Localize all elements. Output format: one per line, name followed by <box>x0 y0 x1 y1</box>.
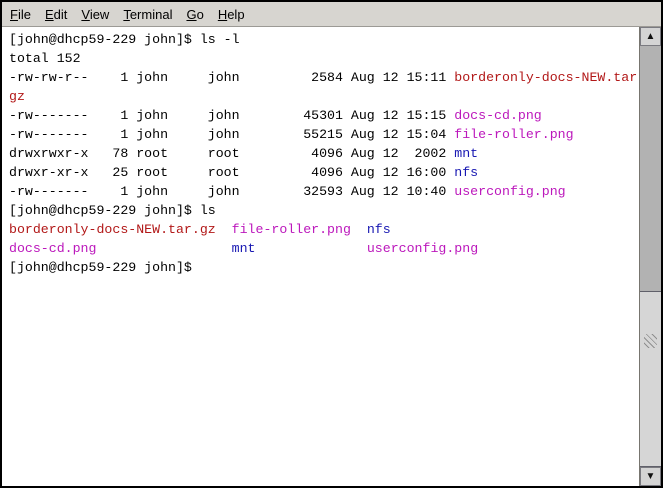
scrollbar-track[interactable] <box>640 46 661 467</box>
terminal-line: borderonly-docs-NEW.tar.gz file-roller.p… <box>9 220 639 239</box>
terminal-line: gz <box>9 87 639 106</box>
scrollbar[interactable]: ▲ ▼ <box>639 27 661 486</box>
terminal-line: -rw------- 1 john john 55215 Aug 12 15:0… <box>9 125 639 144</box>
scrollbar-thumb[interactable] <box>640 291 661 467</box>
terminal-line: [john@dhcp59-229 john]$ <box>9 258 639 277</box>
menu-item-go[interactable]: Go <box>179 2 210 27</box>
menu-item-terminal[interactable]: Terminal <box>116 2 179 27</box>
terminal-line: -rw------- 1 john john 45301 Aug 12 15:1… <box>9 106 639 125</box>
terminal-line: [john@dhcp59-229 john]$ ls <box>9 201 639 220</box>
down-arrow-icon: ▼ <box>646 472 656 482</box>
menu-item-file[interactable]: File <box>3 2 38 27</box>
terminal-line: total 152 <box>9 49 639 68</box>
menu-item-help[interactable]: Help <box>211 2 252 27</box>
terminal-line: -rw-rw-r-- 1 john john 2584 Aug 12 15:11… <box>9 68 639 87</box>
terminal-line: drwxrwxr-x 78 root root 4096 Aug 12 2002… <box>9 144 639 163</box>
scrollbar-grip-icon <box>644 334 657 348</box>
menu-item-view[interactable]: View <box>74 2 116 27</box>
window-content: [john@dhcp59-229 john]$ ls -ltotal 152-r… <box>2 27 661 486</box>
up-arrow-icon: ▲ <box>646 32 656 42</box>
terminal-line: -rw------- 1 john john 32593 Aug 12 10:4… <box>9 182 639 201</box>
menu-item-edit[interactable]: Edit <box>38 2 74 27</box>
scroll-up-button[interactable]: ▲ <box>640 27 661 46</box>
terminal-window: FileEditViewTerminalGoHelp [john@dhcp59-… <box>0 0 663 488</box>
menu-bar: FileEditViewTerminalGoHelp <box>2 2 661 27</box>
terminal-line: [john@dhcp59-229 john]$ ls -l <box>9 30 639 49</box>
terminal-screen[interactable]: [john@dhcp59-229 john]$ ls -ltotal 152-r… <box>2 27 639 486</box>
scroll-down-button[interactable]: ▼ <box>640 467 661 486</box>
terminal-line: docs-cd.png mnt userconfig.png <box>9 239 639 258</box>
terminal-line: drwxr-xr-x 25 root root 4096 Aug 12 16:0… <box>9 163 639 182</box>
